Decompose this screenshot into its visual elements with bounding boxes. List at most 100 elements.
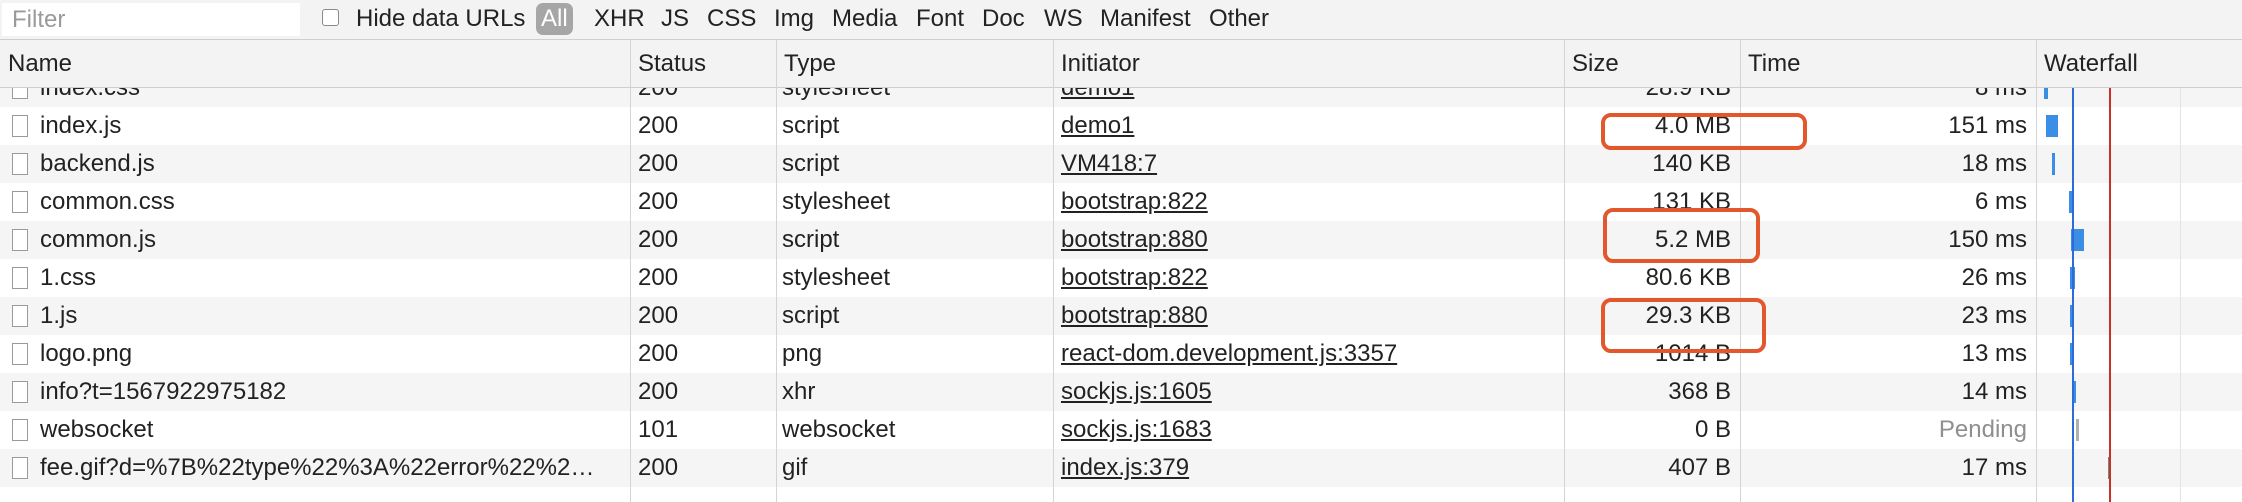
row-initiator-link[interactable]: index.js:379 [1061,449,1561,487]
waterfall-bar [2044,88,2048,99]
row-initiator-link[interactable]: VM418:7 [1061,145,1561,183]
table-row[interactable]: index.js 200 script demo1 4.0 MB 151 ms [0,107,2242,145]
row-status: 200 [638,302,679,329]
highlight-box-common-js-size [1603,208,1760,263]
row-status: 200 [638,340,679,367]
row-initiator-link[interactable]: demo1 [1061,88,1561,107]
row-initiator-link[interactable]: sockjs.js:1605 [1061,373,1561,411]
row-initiator-link[interactable]: bootstrap:880 [1061,221,1561,259]
table-row[interactable]: websocket 101 websocket sockjs.js:1683 0… [0,411,2242,449]
row-initiator-link[interactable]: demo1 [1061,107,1561,145]
row-initiator-link[interactable]: bootstrap:822 [1061,183,1561,221]
table-row[interactable]: info?t=1567922975182 200 xhr sockjs.js:1… [0,373,2242,411]
filter-input[interactable] [2,3,300,36]
file-icon [12,381,28,403]
file-icon [12,419,28,441]
column-header-name[interactable]: Name [0,40,630,88]
column-divider[interactable] [630,40,631,502]
filter-manifest-button[interactable]: Manifest [1100,5,1191,33]
file-icon [12,343,28,365]
row-time: 17 ms [1961,454,2027,481]
column-header-size[interactable]: Size [1564,40,1740,88]
row-time: 8 ms [1745,88,2027,107]
filter-ws-button[interactable]: WS [1044,5,1083,33]
filter-xhr-button[interactable]: XHR [594,5,645,33]
row-status: 200 [638,378,679,405]
row-time: 150 ms [1948,226,2027,253]
row-initiator-link[interactable]: bootstrap:822 [1061,259,1561,297]
file-icon [12,115,28,137]
column-divider[interactable] [1564,40,1565,502]
column-header-initiator[interactable]: Initiator [1053,40,1564,88]
table-row[interactable]: 1.js 200 script bootstrap:880 29.3 KB 23… [0,297,2242,335]
row-status: 200 [638,454,679,481]
filter-other-button[interactable]: Other [1209,5,1269,33]
column-header-status[interactable]: Status [630,40,776,88]
column-divider[interactable] [776,40,777,502]
row-status: 101 [638,416,679,443]
filter-css-button[interactable]: CSS [707,5,756,33]
table-row[interactable]: backend.js 200 script VM418:7 140 KB 18 … [0,145,2242,183]
request-list: index.css 200 stylesheet demo1 28.9 KB 8… [0,88,2242,502]
filter-bar: Hide data URLs All XHR JS CSS Img Media … [0,0,2242,40]
row-time: Pending [1938,416,2027,443]
row-time: 23 ms [1961,302,2027,329]
row-name: common.js [40,226,157,253]
table-row[interactable]: 1.css 200 stylesheet bootstrap:822 80.6 … [0,259,2242,297]
row-name: fee.gif?d=%7B%22type%22%3A%22error%22%2… [40,454,595,481]
filter-js-button[interactable]: JS [661,5,689,33]
row-name: 1.js [40,302,78,329]
row-type: script [782,226,840,253]
row-time: 6 ms [1974,188,2027,215]
waterfall-grid-line [2180,88,2181,502]
column-header-time[interactable]: Time [1740,40,2036,88]
row-status: 200 [638,188,679,215]
row-initiator-link[interactable]: sockjs.js:1683 [1061,411,1561,449]
row-name: backend.js [40,150,155,177]
row-name: common.css [40,188,175,215]
row-status: 200 [638,112,679,139]
row-size: 28.9 KB [1575,88,1731,107]
waterfall-bar [2052,153,2055,175]
row-name: logo.png [40,340,133,367]
column-header-type[interactable]: Type [776,40,1053,88]
filter-all-button[interactable]: All [536,3,573,35]
row-status: 200 [638,264,679,291]
table-row[interactable]: common.css 200 stylesheet bootstrap:822 … [0,183,2242,221]
row-initiator-link[interactable]: bootstrap:880 [1061,297,1561,335]
table-row[interactable]: common.js 200 script bootstrap:880 5.2 M… [0,221,2242,259]
row-size: 407 B [1668,454,1731,481]
filter-font-button[interactable]: Font [916,5,964,33]
column-header-waterfall[interactable]: Waterfall [2036,40,2242,88]
waterfall-bar [2046,115,2058,137]
filter-img-button[interactable]: Img [774,5,814,33]
column-divider[interactable] [1740,40,1741,502]
row-type: websocket [782,416,896,443]
file-icon [12,88,28,99]
file-icon [12,191,28,213]
table-row[interactable]: index.css 200 stylesheet demo1 28.9 KB 8… [0,88,2242,107]
row-time: 14 ms [1961,378,2027,405]
row-type: gif [782,454,808,481]
hide-data-urls-checkbox[interactable] [322,9,339,26]
filter-media-button[interactable]: Media [832,5,897,33]
row-type: script [782,302,840,329]
row-name: info?t=1567922975182 [40,378,287,405]
table-header: Name Status Type Initiator Size Time Wat… [0,40,2242,88]
highlight-box-index-js-size [1601,113,1807,150]
row-type: stylesheet [782,188,891,215]
row-name: index.css [40,88,620,107]
column-divider[interactable] [2036,40,2037,502]
table-row[interactable]: logo.png 200 png react-dom.development.j… [0,335,2242,373]
waterfall-load-line [2109,88,2111,502]
row-time: 13 ms [1961,340,2027,367]
row-name: 1.css [40,264,97,291]
waterfall-domcontentloaded-line [2072,88,2074,502]
file-icon [12,305,28,327]
column-divider[interactable] [1053,40,1054,502]
file-icon [12,229,28,251]
row-initiator-link[interactable]: react-dom.development.js:3357 [1061,335,1561,373]
row-status: 200 [638,226,679,253]
table-row[interactable]: fee.gif?d=%7B%22type%22%3A%22error%22%2…… [0,449,2242,487]
filter-doc-button[interactable]: Doc [982,5,1025,33]
